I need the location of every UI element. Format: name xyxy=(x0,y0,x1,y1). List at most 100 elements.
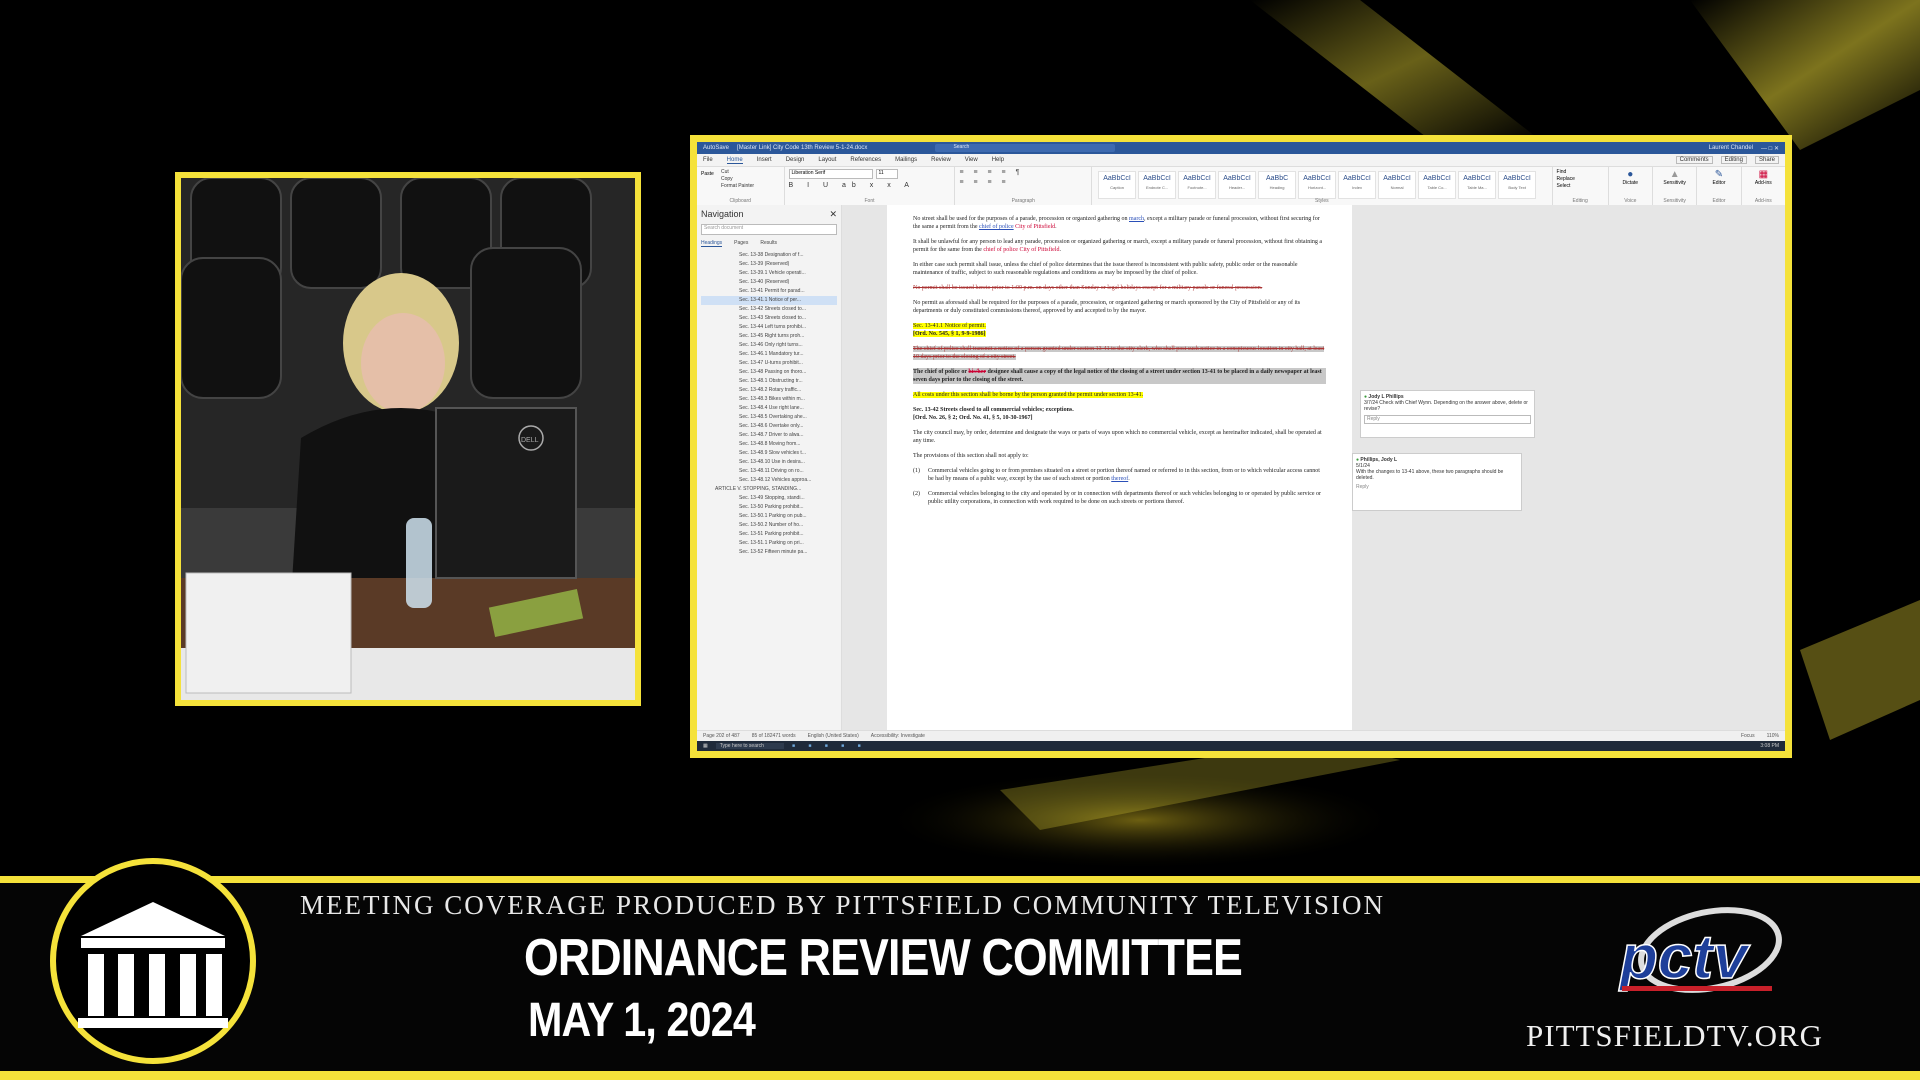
window-controls[interactable]: — □ ✕ xyxy=(1761,145,1779,152)
tab-pages[interactable]: Pages xyxy=(734,240,748,247)
ribbon-tab-view[interactable]: View xyxy=(965,157,978,163)
ribbon-tab-mailings[interactable]: Mailings xyxy=(895,157,917,163)
sensitivity-icon[interactable]: ▲ xyxy=(1657,169,1692,180)
ribbon-tab-layout[interactable]: Layout xyxy=(818,157,836,163)
ribbon-tab-design[interactable]: Design xyxy=(786,157,805,163)
style-gallery-item[interactable]: AaBbCcI Footnote... xyxy=(1178,171,1217,199)
autosave-label[interactable]: AutoSave xyxy=(703,145,729,151)
font-size-select[interactable]: 11 xyxy=(875,169,898,179)
navigation-heading-item[interactable]: Sec. 13-48.7 Driver to alwa... xyxy=(701,431,837,440)
style-gallery-item[interactable]: AaBbCcI Normal xyxy=(1378,171,1417,199)
paragraph-buttons[interactable]: ≡ ≡ ≡ ≡ ¶ xyxy=(959,169,1087,176)
focus-button[interactable]: Focus xyxy=(1741,733,1755,739)
navigation-heading-item[interactable]: Sec. 13-48.12 Vehicles approa... xyxy=(701,476,837,485)
tab-headings[interactable]: Headings xyxy=(701,240,723,247)
tab-results[interactable]: Results xyxy=(760,240,777,247)
style-gallery-item[interactable]: AaBbCcI Index xyxy=(1338,171,1377,199)
navigation-heading-item[interactable]: Sec. 13-48.3 Bikes within m... xyxy=(701,395,837,404)
navigation-heading-item[interactable]: Sec. 13-48.10 Use in desira... xyxy=(701,458,837,467)
style-gallery-item[interactable]: AaBbC Heading xyxy=(1258,171,1297,199)
navigation-heading-item[interactable]: Sec. 13-48.1 Obstructing tr... xyxy=(701,377,837,386)
editor-pen-icon[interactable]: ✎ xyxy=(1701,169,1736,180)
format-painter-button[interactable]: Format Painter xyxy=(721,183,780,190)
navigation-heading-item[interactable]: Sec. 13-50.2 Number of ho... xyxy=(701,521,837,530)
share-button[interactable]: Share xyxy=(1754,156,1779,164)
navigation-heading-item[interactable]: Sec. 13-42 Streets closed to... xyxy=(701,305,837,314)
navigation-heading-item[interactable]: Sec. 13-51 Parking prohibit... xyxy=(701,530,837,539)
clock-time[interactable]: 3:08 PM xyxy=(1760,743,1785,749)
editing-button[interactable]: Editing xyxy=(1720,156,1747,164)
ribbon-tab-insert[interactable]: Insert xyxy=(757,157,772,163)
navigation-heading-item[interactable]: Sec. 13-48.2 Rotary traffic... xyxy=(701,386,837,395)
style-gallery-item[interactable]: AaBbCcI Header... xyxy=(1218,171,1257,199)
navigation-heading-item[interactable]: Sec. 13-52 Fifteen minute pa... xyxy=(701,548,837,557)
zoom-level[interactable]: 110% xyxy=(1767,733,1785,739)
navigation-heading-item[interactable]: Sec. 13-40 (Reserved) xyxy=(701,278,837,287)
navigation-heading-item[interactable]: Sec. 13-48.5 Overtaking ahe... xyxy=(701,413,837,422)
paste-button[interactable]: Paste xyxy=(701,171,714,177)
navigation-heading-item[interactable]: Sec. 13-48.6 Overtake only... xyxy=(701,422,837,431)
sensitivity-button[interactable]: Sensitivity xyxy=(1657,180,1692,186)
navigation-heading-item[interactable]: Sec. 13-46.1 Mandatory tur... xyxy=(701,350,837,359)
navigation-heading-item[interactable]: Sec. 13-44 Left turns prohibi... xyxy=(701,323,837,332)
addins-grid-icon[interactable]: ▦ xyxy=(1746,169,1781,180)
ribbon-tab-references[interactable]: References xyxy=(850,157,881,163)
navigation-heading-item[interactable]: Sec. 13-50 Parking prohibit... xyxy=(701,503,837,512)
taskbar-search-input[interactable]: Type here to search xyxy=(715,743,784,749)
copy-button[interactable]: Copy xyxy=(721,176,780,183)
navigation-heading-item[interactable]: Sec. 13-48.4 Use right lane... xyxy=(701,404,837,413)
ribbon-tab-file[interactable]: File xyxy=(703,157,713,163)
comment-card[interactable]: ● Jody L Phillips 3/7/24 Check with Chie… xyxy=(1360,390,1535,438)
font-name-select[interactable]: Liberation Serif xyxy=(788,169,873,179)
navigation-heading-item[interactable]: Sec. 13-46 Only right turns... xyxy=(701,341,837,350)
cut-button[interactable]: Cut xyxy=(721,169,780,176)
navigation-heading-item[interactable]: Sec. 13-48.8 Moving from... xyxy=(701,440,837,449)
comment-card[interactable]: ● Phillips, Jody L 5/1/24 With the chang… xyxy=(1352,453,1522,511)
replace-button[interactable]: Replace xyxy=(1557,176,1604,183)
font-format-buttons[interactable]: B I U ab x x A xyxy=(789,182,951,189)
navigation-heading-item[interactable]: Sec. 13-47 U-turns prohibit... xyxy=(701,359,837,368)
navigation-heading-item[interactable]: Sec. 13-49 Stopping, standi... xyxy=(701,494,837,503)
navigation-heading-item[interactable]: ARTICLE V. STOPPING, STANDING... xyxy=(701,485,837,494)
microphone-icon[interactable]: ● xyxy=(1613,169,1648,180)
find-button[interactable]: Find xyxy=(1557,169,1604,176)
style-gallery-item[interactable]: AaBbCcI Table Co... xyxy=(1418,171,1457,199)
close-icon[interactable]: ✕ xyxy=(829,209,837,220)
comment-reply-input[interactable]: Reply xyxy=(1356,484,1518,490)
navigation-heading-item[interactable]: Sec. 13-39 (Reserved) xyxy=(701,260,837,269)
navigation-heading-item[interactable]: Sec. 13-45 Right turns proh... xyxy=(701,332,837,341)
word-search-box[interactable]: Search xyxy=(935,144,1116,152)
select-button[interactable]: Select xyxy=(1557,183,1604,190)
document-page[interactable]: No street shall be used for the purposes… xyxy=(887,205,1352,731)
navigation-heading-item[interactable]: Sec. 13-43 Streets closed to... xyxy=(701,314,837,323)
windows-start-icon[interactable]: ▦ xyxy=(703,743,708,749)
dictate-button[interactable]: Dictate xyxy=(1613,180,1648,186)
user-name[interactable]: Laurent Chandel xyxy=(1709,145,1753,151)
page-count[interactable]: Page 202 of 487 xyxy=(703,733,740,739)
navigation-search-input[interactable]: Search document xyxy=(701,224,837,235)
taskbar-app-icons[interactable]: ■ ■ ■ ■ ■ xyxy=(792,743,867,749)
style-gallery-item[interactable]: AaBbCcI Table Ma... xyxy=(1458,171,1497,199)
navigation-heading-item[interactable]: Sec. 13-41 Permit for parad... xyxy=(701,287,837,296)
comments-button[interactable]: Comments xyxy=(1675,156,1713,164)
navigation-heading-item[interactable]: Sec. 13-50.1 Parking on pub... xyxy=(701,512,837,521)
navigation-heading-item[interactable]: Sec. 13-39.1 Vehicle operati... xyxy=(701,269,837,278)
language[interactable]: English (United States) xyxy=(808,733,859,739)
style-gallery-item[interactable]: AaBbCcI Caption xyxy=(1098,171,1137,199)
align-buttons[interactable]: ≡ ≡ ≡ ≡ xyxy=(959,179,1087,186)
navigation-heading-item[interactable]: Sec. 13-41.1 Notice of per... xyxy=(701,296,837,305)
editor-button[interactable]: Editor xyxy=(1701,180,1736,186)
addins-button[interactable]: Add-ins xyxy=(1746,180,1781,186)
navigation-heading-item[interactable]: Sec. 13-48.9 Slow vehicles t... xyxy=(701,449,837,458)
word-count[interactable]: 85 of 182471 words xyxy=(752,733,796,739)
navigation-heading-item[interactable]: Sec. 13-48 Passing on thoro... xyxy=(701,368,837,377)
navigation-heading-item[interactable]: Sec. 13-48.11 Driving on ro... xyxy=(701,467,837,476)
navigation-heading-item[interactable]: Sec. 13-38 Designation of f... xyxy=(701,251,837,260)
navigation-heading-item[interactable]: Sec. 13-51.1 Parking on pri... xyxy=(701,539,837,548)
style-gallery-item[interactable]: AaBbCcI Endnote C... xyxy=(1138,171,1177,199)
ribbon-tab-home[interactable]: Home xyxy=(726,157,743,164)
comment-reply-input[interactable]: Reply xyxy=(1364,415,1531,424)
style-gallery-item[interactable]: AaBbCcI Body Text xyxy=(1498,171,1537,199)
style-gallery-item[interactable]: AaBbCcI Horizont... xyxy=(1298,171,1337,199)
ribbon-tab-review[interactable]: Review xyxy=(931,157,951,163)
